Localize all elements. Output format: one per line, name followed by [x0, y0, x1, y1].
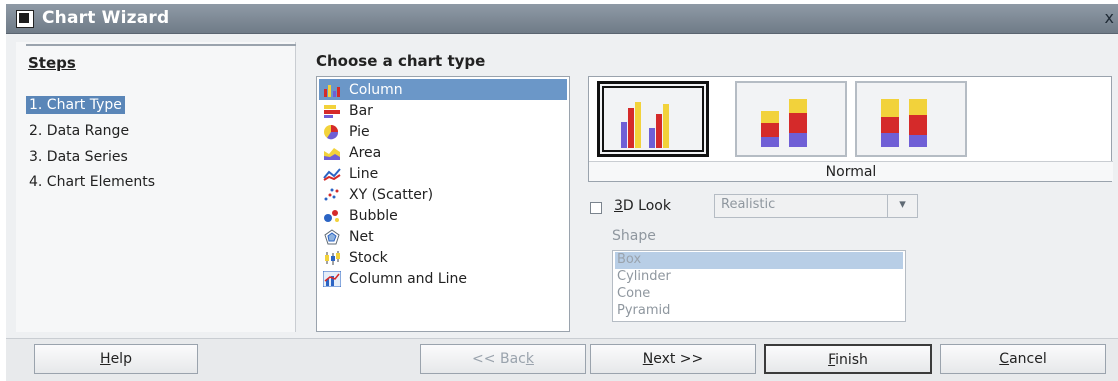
step-data-series[interactable]: 3. Data Series	[26, 148, 131, 166]
chart-type-label: XY (Scatter)	[349, 186, 434, 203]
next-button[interactable]: Next >>	[590, 344, 756, 374]
help-button[interactable]: Help	[34, 344, 198, 374]
cancel-accel: C	[999, 351, 1010, 367]
chart-wizard-dialog: Steps 1. Chart Type 2. Data Range 3. Dat…	[6, 34, 1118, 381]
back-text: << Bac	[472, 351, 526, 367]
help-text: elp	[110, 351, 132, 367]
bar-chart-icon	[323, 103, 341, 119]
chart-type-area[interactable]: Area	[319, 142, 567, 163]
variant-stacked[interactable]	[735, 81, 847, 157]
back-accel: k	[525, 351, 534, 367]
help-accel: H	[100, 351, 111, 367]
button-row: Help << Back Next >> Finish Cancel	[6, 338, 1118, 381]
shape-option-pyramid[interactable]: Pyramid	[615, 303, 903, 320]
chart-type-label: Line	[349, 165, 379, 182]
3d-scheme-dropdown[interactable]: Realistic ▾	[714, 194, 918, 218]
chart-type-line[interactable]: Line	[319, 163, 567, 184]
step-chart-type[interactable]: 1. Chart Type	[26, 96, 125, 114]
steps-panel: Steps 1. Chart Type 2. Data Range 3. Dat…	[16, 42, 296, 332]
shape-option-cylinder[interactable]: Cylinder	[615, 269, 903, 286]
finish-text: inish	[835, 352, 868, 368]
column-chart-icon	[323, 82, 341, 98]
chart-type-label: Net	[349, 228, 374, 245]
column-percent-stacked-icon	[881, 99, 927, 147]
chart-type-column[interactable]: Column	[319, 79, 567, 100]
step-data-range[interactable]: 2. Data Range	[26, 122, 132, 140]
shape-option-box[interactable]: Box	[615, 252, 903, 269]
line-chart-icon	[323, 166, 341, 182]
chart-type-title: Choose a chart type	[316, 52, 486, 70]
window-title: Chart Wizard	[42, 8, 170, 28]
chart-type-bar[interactable]: Bar	[319, 100, 567, 121]
cancel-button[interactable]: Cancel	[940, 344, 1106, 374]
next-accel: N	[642, 351, 654, 367]
shape-list[interactable]: Box Cylinder Cone Pyramid	[612, 250, 906, 322]
chart-type-stock[interactable]: Stock	[319, 247, 567, 268]
steps-title: Steps	[28, 54, 76, 72]
steps-divider	[26, 44, 296, 46]
chart-type-net[interactable]: Net	[319, 226, 567, 247]
column-line-chart-icon	[322, 270, 342, 287]
stock-chart-icon	[323, 250, 341, 266]
pie-chart-icon	[323, 124, 341, 140]
chart-type-pie[interactable]: Pie	[319, 121, 567, 142]
net-chart-icon	[323, 228, 341, 245]
bubble-chart-icon	[323, 208, 341, 224]
column-stacked-icon	[761, 99, 807, 147]
chart-type-xy-scatter[interactable]: XY (Scatter)	[319, 184, 567, 205]
chart-variant-panel: Normal	[588, 76, 1113, 182]
scatter-chart-icon	[323, 187, 341, 203]
title-bar: Chart Wizard x	[6, 4, 1118, 34]
finish-button[interactable]: Finish	[764, 344, 932, 374]
chevron-down-icon[interactable]: ▾	[887, 195, 917, 217]
chart-type-bubble[interactable]: Bubble	[319, 205, 567, 226]
chart-type-label: Pie	[349, 123, 370, 140]
chart-type-label: Area	[349, 144, 382, 161]
step-chart-elements[interactable]: 4. Chart Elements	[26, 173, 158, 191]
3d-look-text: D Look	[622, 198, 671, 214]
column-normal-icon	[621, 102, 669, 148]
cancel-text: ancel	[1009, 351, 1047, 367]
area-chart-icon	[323, 145, 341, 161]
chart-type-label: Stock	[349, 249, 388, 266]
chart-type-label: Bar	[349, 102, 373, 119]
close-icon[interactable]: x	[1105, 8, 1114, 27]
3d-scheme-value: Realistic	[721, 197, 776, 212]
3d-look-checkbox[interactable]	[590, 202, 602, 214]
chart-type-list[interactable]: Column Bar Pie Area Line XY (Scatter) Bu…	[316, 76, 570, 332]
chart-type-label: Column and Line	[349, 270, 468, 287]
chart-type-label: Column	[349, 81, 403, 98]
back-button[interactable]: << Back	[420, 344, 586, 374]
variant-name: Normal	[589, 161, 1113, 181]
chart-type-label: Bubble	[349, 207, 398, 224]
3d-look-accel: 3	[614, 198, 623, 214]
shape-option-cone[interactable]: Cone	[615, 286, 903, 303]
app-icon	[16, 10, 34, 28]
chart-type-column-and-line[interactable]: Column and Line	[319, 268, 567, 289]
variant-percent-stacked[interactable]	[855, 81, 967, 157]
shape-label: Shape	[612, 228, 656, 244]
next-text: ext >>	[653, 351, 704, 367]
3d-look-label[interactable]: 3D Look	[614, 198, 671, 214]
variant-normal[interactable]	[597, 81, 709, 157]
